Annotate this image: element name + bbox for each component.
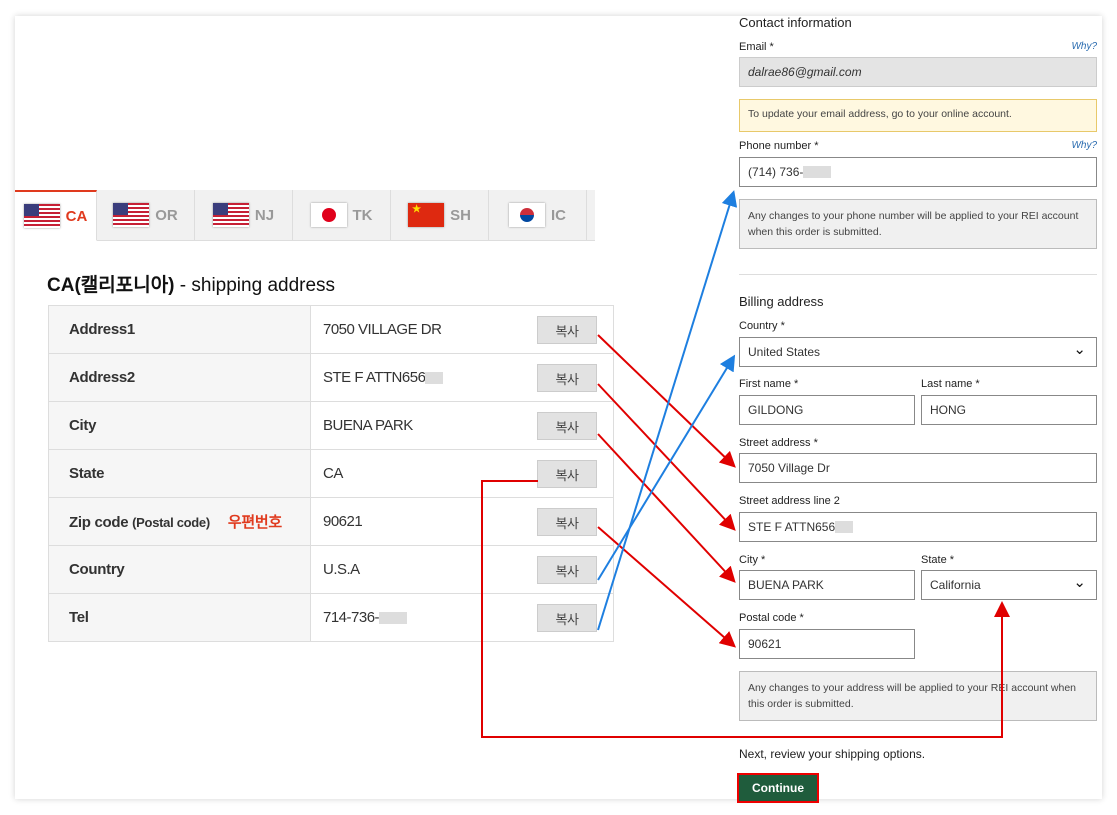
arrow-country	[597, 354, 736, 581]
arrow-address1	[597, 334, 736, 468]
arrow-state	[481, 480, 1010, 738]
arrow-tel	[597, 190, 738, 631]
arrow-zip	[597, 526, 737, 648]
annotation-arrows	[481, 190, 1010, 738]
